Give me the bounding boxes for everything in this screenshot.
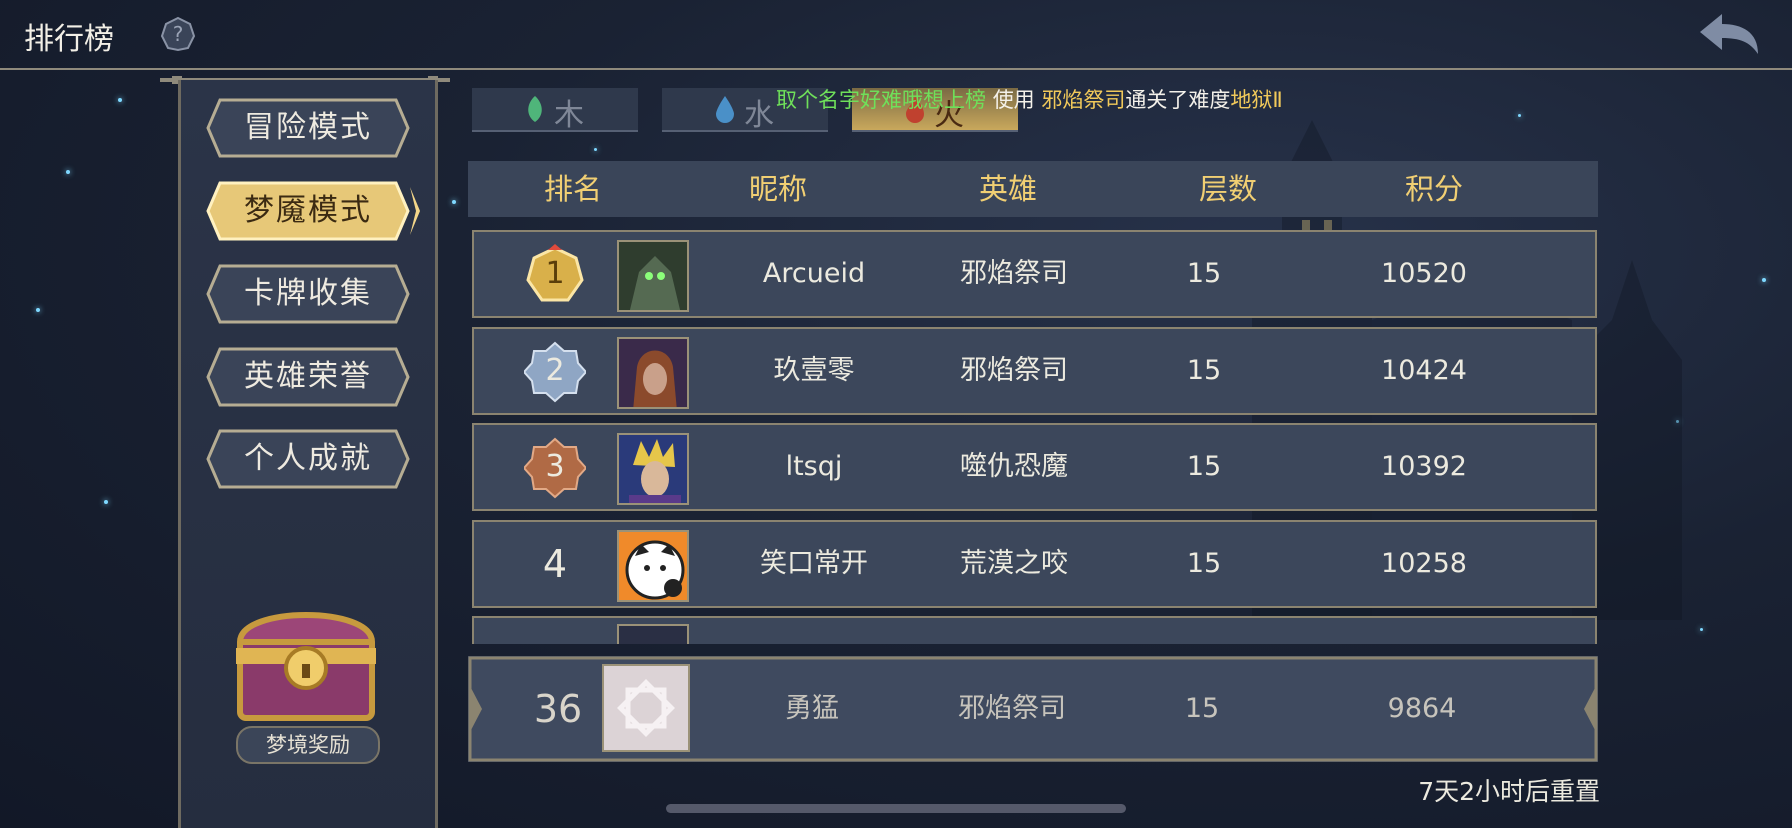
my-floor-count: 15 (1184, 693, 1220, 724)
sidebar-item-card-collection[interactable]: 卡牌收集 (206, 264, 410, 324)
score-value: 10520 (1381, 258, 1467, 289)
player-name: ltsqj (785, 451, 843, 482)
banner-difficulty: 地狱Ⅱ (1230, 88, 1283, 112)
svg-text:?: ? (173, 22, 184, 46)
tab-label: 木 (554, 98, 584, 133)
treasure-chest-icon[interactable] (226, 588, 386, 728)
tab-label: 水 (744, 98, 774, 133)
rank-number: 1 (545, 256, 565, 291)
avatar (617, 530, 689, 602)
sidebar-item-label: 个人成就 (244, 441, 372, 476)
my-hero-name: 邪焰祭司 (958, 693, 1066, 724)
column-hero: 英雄 (978, 172, 1037, 206)
water-drop-icon (716, 96, 734, 123)
table-row[interactable]: 3 ltsqj 噬仇恐魔 15 10392 (472, 423, 1597, 511)
sidebar-item-label: 卡牌收集 (244, 276, 372, 311)
question-icon[interactable]: ? (160, 16, 196, 52)
column-nickname: 昵称 (748, 172, 807, 206)
table-row[interactable]: 4 笑口常开 荒漠之咬 15 10258 (472, 520, 1597, 608)
score-value: 10392 (1381, 451, 1467, 482)
table-row-partial[interactable] (472, 616, 1597, 644)
avatar (617, 240, 689, 312)
rank-number: 4 (542, 542, 568, 586)
sidebar-item-label: 冒险模式 (244, 110, 372, 145)
rank-number: 3 (545, 449, 565, 484)
floor-count: 15 (1186, 451, 1222, 482)
sidebar-item-adventure-mode[interactable]: 冒险模式 (206, 98, 410, 158)
table-row[interactable]: 2 玖壹零 邪焰祭司 15 10424 (472, 327, 1597, 415)
table-header: 排名 昵称 英雄 层数 积分 (468, 161, 1598, 217)
column-rank: 排名 (543, 172, 602, 206)
sidebar-item-achievements[interactable]: 个人成就 (206, 429, 410, 489)
top-bar: 排行榜 ? (0, 0, 1792, 70)
back-arrow-icon[interactable] (1696, 10, 1762, 58)
banner-use-text: 使用 (992, 88, 1035, 112)
player-name: 笑口常开 (760, 548, 868, 579)
avatar (617, 624, 689, 644)
sidebar-item-label: 英雄荣誉 (244, 359, 372, 394)
my-player-name: 勇猛 (785, 693, 839, 724)
score-value: 10258 (1381, 548, 1467, 579)
home-indicator[interactable] (666, 804, 1126, 813)
column-floors: 层数 (1198, 172, 1257, 206)
page-title: 排行榜 (24, 22, 114, 57)
leaf-icon (528, 96, 542, 122)
hero-name: 邪焰祭司 (960, 258, 1068, 289)
dream-reward-label[interactable]: 梦境奖励 (236, 726, 380, 764)
my-score-value: 9864 (1387, 693, 1457, 724)
default-avatar (602, 664, 690, 752)
banner-hero: 邪焰祭司 (1041, 88, 1126, 112)
avatar (617, 433, 689, 505)
default-avatar-icon (617, 679, 675, 737)
banner-player: 取个名字好难哦想上榜 (776, 88, 986, 112)
table-row[interactable]: 1 Arcueid 邪焰祭司 15 10520 (472, 230, 1597, 318)
sidebar-item-label: 梦魇模式 (244, 193, 372, 228)
hero-name: 邪焰祭司 (960, 355, 1068, 386)
hero-name: 荒漠之咬 (960, 548, 1068, 579)
player-name: Arcueid (762, 258, 866, 289)
floor-count: 15 (1186, 355, 1222, 386)
rank-number: 2 (545, 353, 565, 388)
reset-timer: 7天2小时后重置 (1418, 777, 1600, 806)
player-name: 玖壹零 (773, 355, 855, 386)
avatar (617, 337, 689, 409)
broadcast-banner: 取个名字好难哦想上榜 使用 邪焰祭司通关了难度地狱Ⅱ (776, 84, 1316, 112)
banner-cleared-text: 通关了难度 (1125, 88, 1231, 112)
hero-name: 噬仇恐魔 (960, 451, 1068, 482)
floor-count: 15 (1186, 258, 1222, 289)
my-rank-number: 36 (533, 687, 583, 731)
sidebar-item-nightmare-mode[interactable]: 梦魇模式 (206, 181, 420, 241)
tab-wood[interactable]: 木 (472, 88, 638, 133)
score-value: 10424 (1381, 355, 1467, 386)
floor-count: 15 (1186, 548, 1222, 579)
sidebar-item-hero-honor[interactable]: 英雄荣誉 (206, 347, 410, 407)
column-score: 积分 (1404, 172, 1463, 206)
my-rank-bar: 36 勇猛 邪焰祭司 15 9864 (468, 656, 1598, 762)
